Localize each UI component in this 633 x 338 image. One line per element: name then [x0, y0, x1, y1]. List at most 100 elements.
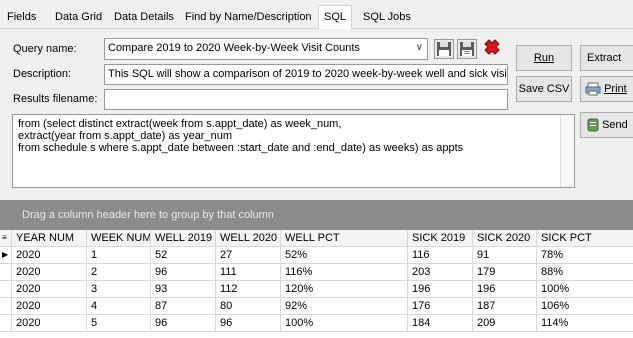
table-cell[interactable]: 1: [87, 247, 151, 264]
table-cell[interactable]: 184: [408, 315, 473, 332]
query-name-value: Compare 2019 to 2020 Week-by-Week Visit …: [108, 42, 360, 54]
grid-header-row: ≡ YEAR NUM WEEK NUM WELL 2019 WELL 2020 …: [0, 230, 633, 247]
table-cell[interactable]: 203: [408, 264, 473, 281]
group-by-panel[interactable]: Drag a column header here to group by th…: [0, 200, 633, 230]
tab-sql[interactable]: SQL: [318, 5, 353, 30]
table-cell[interactable]: 93: [151, 281, 216, 298]
table-cell[interactable]: 196: [473, 281, 537, 298]
table-cell[interactable]: 114%: [537, 315, 633, 332]
table-row[interactable]: 2020 3 93 112 120% 196 196 100%: [0, 281, 633, 298]
results-filename-input[interactable]: [104, 89, 508, 110]
run-button-label: Run: [533, 52, 555, 64]
chevron-down-icon: ∨: [415, 42, 423, 53]
row-indicator[interactable]: [0, 298, 12, 315]
table-cell[interactable]: 179: [473, 264, 537, 281]
table-cell[interactable]: 2020: [12, 264, 87, 281]
sql-line: from schedule s where s.appt_date betwee…: [18, 142, 464, 154]
table-cell[interactable]: 116%: [281, 264, 408, 281]
column-header[interactable]: WEEK NUM: [87, 230, 151, 247]
table-cell[interactable]: 88%: [537, 264, 633, 281]
query-name-select[interactable]: Compare 2019 to 2020 Week-by-Week Visit …: [104, 38, 428, 60]
table-cell[interactable]: 78%: [537, 247, 633, 264]
floppy-save-icon: [437, 42, 451, 56]
table-cell[interactable]: 100%: [281, 315, 408, 332]
query-name-label: Query name:: [13, 43, 77, 55]
table-cell[interactable]: 2020: [12, 247, 87, 264]
extract-button[interactable]: Extract: [580, 45, 633, 71]
table-cell[interactable]: 106%: [537, 298, 633, 315]
table-cell[interactable]: 96: [151, 264, 216, 281]
tab-sql-jobs[interactable]: SQL Jobs: [358, 7, 416, 29]
table-cell[interactable]: 52: [151, 247, 216, 264]
table-cell[interactable]: 112: [216, 281, 281, 298]
current-row-indicator-icon[interactable]: ▶: [0, 247, 12, 264]
send-icon: [587, 118, 599, 132]
table-cell[interactable]: 187: [473, 298, 537, 315]
print-button[interactable]: Print: [580, 76, 633, 102]
table-row[interactable]: 2020 4 87 80 92% 176 187 106%: [0, 298, 633, 315]
table-cell[interactable]: 120%: [281, 281, 408, 298]
delete-query-button[interactable]: [481, 38, 503, 60]
tab-find-by-name[interactable]: Find by Name/Description: [180, 7, 317, 29]
table-cell[interactable]: 3: [87, 281, 151, 298]
sql-panel: Query name: Compare 2019 to 2020 Week-by…: [0, 29, 633, 196]
save-csv-button-label: Save CSV: [518, 83, 570, 95]
group-by-hint: Drag a column header here to group by th…: [22, 209, 274, 221]
tab-data-grid[interactable]: Data Grid: [50, 7, 107, 29]
table-cell[interactable]: 100%: [537, 281, 633, 298]
table-cell[interactable]: 2020: [12, 298, 87, 315]
table-cell[interactable]: 2: [87, 264, 151, 281]
table-cell[interactable]: 2020: [12, 281, 87, 298]
column-header[interactable]: SICK PCT: [537, 230, 633, 247]
table-cell[interactable]: 92%: [281, 298, 408, 315]
row-indicator[interactable]: [0, 315, 12, 332]
table-cell[interactable]: 196: [408, 281, 473, 298]
column-chooser-icon[interactable]: ≡: [0, 230, 12, 247]
table-cell[interactable]: 5: [87, 315, 151, 332]
table-cell[interactable]: 96: [216, 315, 281, 332]
column-header[interactable]: SICK 2019: [408, 230, 473, 247]
column-header[interactable]: WELL 2020: [216, 230, 281, 247]
table-cell[interactable]: 176: [408, 298, 473, 315]
save-csv-button[interactable]: Save CSV: [516, 76, 572, 102]
sql-editor-scrollbar[interactable]: [560, 115, 574, 187]
tab-data-details[interactable]: Data Details: [109, 7, 179, 29]
run-button[interactable]: Run: [516, 45, 572, 71]
sql-line: from (select distinct extract(week from …: [18, 118, 342, 130]
column-header[interactable]: SICK 2020: [473, 230, 537, 247]
results-grid: ≡ YEAR NUM WEEK NUM WELL 2019 WELL 2020 …: [0, 230, 633, 338]
table-cell[interactable]: 116: [408, 247, 473, 264]
save-as-query-button[interactable]: [457, 39, 477, 59]
results-filename-label: Results filename:: [13, 93, 98, 105]
delete-x-icon: [484, 39, 500, 55]
table-row[interactable]: 2020 5 96 96 100% 184 209 114%: [0, 315, 633, 332]
table-row[interactable]: ▶ 2020 1 52 27 52% 116 91 78%: [0, 247, 633, 264]
table-cell[interactable]: 111: [216, 264, 281, 281]
table-cell[interactable]: 209: [473, 315, 537, 332]
printer-icon: [585, 82, 601, 96]
send-button[interactable]: Send: [580, 112, 633, 138]
sql-editor[interactable]: from (select distinct extract(week from …: [12, 114, 575, 188]
table-cell[interactable]: 96: [151, 315, 216, 332]
save-query-button[interactable]: [434, 39, 454, 59]
sql-line: extract(year from s.appt_date) as year_n…: [18, 130, 232, 142]
table-cell[interactable]: 27: [216, 247, 281, 264]
table-cell[interactable]: 52%: [281, 247, 408, 264]
row-indicator[interactable]: [0, 264, 12, 281]
table-cell[interactable]: 91: [473, 247, 537, 264]
row-indicator[interactable]: [0, 281, 12, 298]
column-header[interactable]: WELL 2019: [151, 230, 216, 247]
tab-fields[interactable]: Fields: [2, 7, 41, 29]
column-header[interactable]: YEAR NUM: [12, 230, 87, 247]
tab-bar: Fields Data Grid Data Details Find by Na…: [0, 0, 633, 30]
table-cell[interactable]: 4: [87, 298, 151, 315]
print-button-label: Print: [604, 83, 627, 95]
table-cell[interactable]: 80: [216, 298, 281, 315]
description-label: Description:: [13, 68, 72, 80]
description-input[interactable]: This SQL will show a comparison of 2019 …: [104, 64, 508, 85]
column-header[interactable]: WELL PCT: [281, 230, 408, 247]
table-cell[interactable]: 87: [151, 298, 216, 315]
table-cell[interactable]: 2020: [12, 315, 87, 332]
send-button-label: Send: [602, 119, 628, 131]
table-row[interactable]: 2020 2 96 111 116% 203 179 88%: [0, 264, 633, 281]
